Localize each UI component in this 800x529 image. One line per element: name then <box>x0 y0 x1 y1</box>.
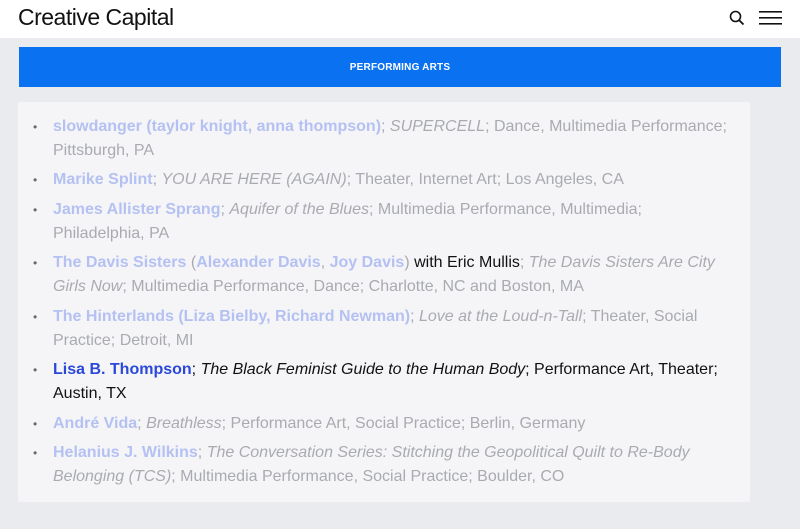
bullet: • <box>33 256 38 270</box>
bullet: • <box>33 446 38 460</box>
hamburger-menu-icon[interactable] <box>759 11 782 25</box>
work-title: Breathless <box>146 415 222 432</box>
bullet: • <box>33 203 38 217</box>
artist-link[interactable]: André Vida <box>53 415 137 432</box>
site-logo[interactable]: Creative Capital <box>18 4 174 31</box>
work-title: The Black Feminist Guide to the Human Bo… <box>200 361 526 378</box>
bullet: • <box>33 173 38 187</box>
artist-link[interactable]: slowdanger (taylor knight, anna thompson… <box>53 118 381 135</box>
work-title-cont: Girls Now <box>53 278 123 295</box>
entry-details: ; Multimedia Performance, Social Practic… <box>171 468 565 485</box>
entry-details: ; Theater, Social <box>582 308 698 325</box>
entry-details: ; Multimedia Performance, Dance; Charlot… <box>122 278 584 295</box>
entry-details: ; Dance, Multimedia Performance; <box>485 118 727 135</box>
tab-label: PERFORMING ARTS <box>349 61 451 73</box>
entry-details: ; Performance Art, Social Practice; Berl… <box>221 415 586 432</box>
work-title: Aquifer of the Blues <box>229 201 370 218</box>
site-header: Creative Capital <box>0 0 800 38</box>
entry-location: Pittsburgh, PA <box>53 142 155 159</box>
entry-location: Austin, TX <box>53 385 127 402</box>
bullet: • <box>33 417 38 431</box>
artist-link[interactable]: Lisa B. Thompson <box>53 361 192 378</box>
entry-location: Practice; Detroit, MI <box>53 332 194 349</box>
entry-details: ; Multimedia Performance, Multimedia; <box>369 201 642 218</box>
artist-link[interactable]: Marike Splint <box>53 171 153 188</box>
artist-link[interactable]: The Davis Sisters <box>53 254 186 271</box>
search-icon[interactable] <box>729 9 745 27</box>
artist-list-panel: • slowdanger (taylor knight, anna thomps… <box>18 102 750 502</box>
artist-link[interactable]: Alexander Davis <box>196 254 321 271</box>
entry-details: ; Performance Art, Theater; <box>525 361 718 378</box>
work-title: YOU ARE HERE (AGAIN) <box>161 171 347 188</box>
work-title-cont: Belonging (TCS) <box>53 468 172 485</box>
artist-link[interactable]: James Allister Sprang <box>53 201 220 218</box>
work-title: The Davis Sisters Are City <box>528 254 715 271</box>
bullet: • <box>33 310 38 324</box>
bullet: • <box>33 120 38 134</box>
entry-location: Philadelphia, PA <box>53 225 170 242</box>
bullet: • <box>33 363 38 377</box>
work-title: The Conversation Series: Stitching the G… <box>206 444 690 461</box>
artist-link[interactable]: Joy Davis <box>330 254 405 271</box>
artist-link[interactable]: The Hinterlands (Liza Bielby, Richard Ne… <box>53 308 410 325</box>
work-title: SUPERCELL <box>389 118 486 135</box>
work-title: Love at the Loud-n-Tall <box>419 308 583 325</box>
performing-arts-tab[interactable]: PERFORMING ARTS <box>19 47 781 87</box>
collaborator-text: with Eric Mullis <box>409 254 520 271</box>
artist-link[interactable]: Helanius J. Wilkins <box>53 444 198 461</box>
entry-details: ; Theater, Internet Art; Los Angeles, CA <box>346 171 624 188</box>
